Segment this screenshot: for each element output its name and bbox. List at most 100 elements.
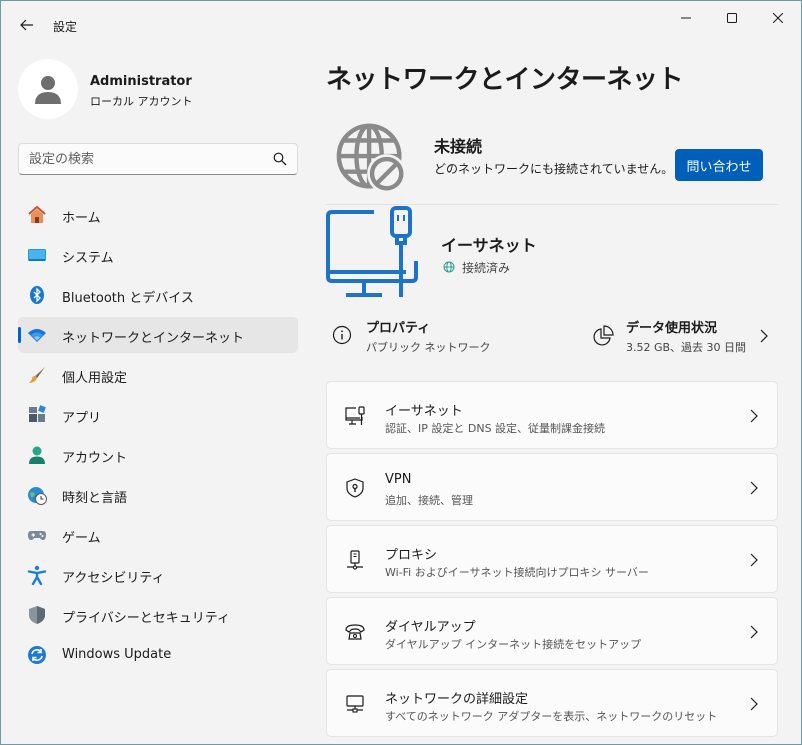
title-bar: 設定 (1, 1, 801, 47)
sidebar-item-bluetooth[interactable]: Bluetooth とデバイス (18, 277, 298, 313)
connection-status: 未接続 どのネットワークにも接続されていません。 問い合わせ (326, 119, 778, 205)
sidebar-item-network[interactable]: ネットワークとインターネット (18, 317, 298, 353)
search-box[interactable] (18, 143, 298, 175)
bluetooth-icon (27, 285, 47, 305)
globe-icon (443, 261, 455, 273)
troubleshoot-button[interactable]: 問い合わせ (675, 149, 763, 181)
chevron-right-icon (750, 697, 758, 711)
card-title: VPN (385, 472, 412, 487)
sidebar-item-label: 個人用設定 (62, 371, 128, 386)
sidebar-item-apps[interactable]: アプリ (18, 397, 298, 433)
settings-cards: イーサネット 認証、IP 設定と DNS 設定、従量制課金接続 VPN 追加、接… (326, 381, 778, 741)
card-proxy[interactable]: プロキシ Wi-Fi およびイーサネット接続向けプロキシ サーバー (326, 525, 778, 593)
card-subtitle: 追加、接続、管理 (385, 494, 473, 507)
card-title: ダイヤルアップ (385, 620, 476, 635)
sidebar-item-label: ネットワークとインターネット (62, 331, 245, 346)
close-button[interactable] (755, 1, 801, 35)
back-arrow-icon (20, 19, 33, 31)
profile-name: Administrator (90, 74, 192, 89)
card-ethernet[interactable]: イーサネット 認証、IP 設定と DNS 設定、従量制課金接続 (326, 381, 778, 449)
account-icon (27, 445, 47, 465)
ethernet-icon (344, 405, 366, 427)
chevron-right-icon (750, 481, 758, 495)
card-dialup[interactable]: ダイヤルアップ ダイヤルアップ インターネット接続をセットアップ (326, 597, 778, 665)
chevron-right-icon (750, 409, 758, 423)
sidebar-item-home[interactable]: ホーム (18, 197, 298, 233)
apps-icon (27, 405, 47, 425)
minimize-button[interactable] (663, 1, 709, 35)
sidebar-item-gaming[interactable]: ゲーム (18, 517, 298, 553)
home-icon (27, 205, 47, 225)
ethernet-title: イーサネット (441, 236, 537, 255)
minimize-icon (681, 17, 691, 19)
sidebar-item-accounts[interactable]: アカウント (18, 437, 298, 473)
search-input[interactable] (29, 149, 259, 169)
sidebar-item-label: プライバシーとセキュリティ (62, 611, 230, 626)
sidebar-item-system[interactable]: システム (18, 237, 298, 273)
user-avatar-icon (35, 76, 61, 104)
properties-link[interactable]: プロパティ パブリック ネットワーク (332, 315, 552, 357)
sidebar-item-label: ゲーム (62, 531, 101, 546)
sidebar-item-accessibility[interactable]: アクセシビリティ (18, 557, 298, 593)
system-icon (27, 245, 47, 265)
brush-icon (27, 365, 47, 385)
pie-chart-icon (593, 325, 614, 346)
page-title: ネットワークとインターネット (326, 65, 684, 95)
data-usage-subtitle: 3.52 GB、過去 30 日間 (626, 341, 747, 354)
ethernet-connection-status: 接続済み (462, 261, 511, 275)
shield-icon (27, 605, 47, 625)
sidebar-item-label: システム (62, 251, 114, 266)
sidebar-item-privacy[interactable]: プライバシーとセキュリティ (18, 597, 298, 633)
user-profile[interactable]: Administrator ローカル アカウント (18, 59, 298, 119)
update-icon (27, 645, 47, 665)
card-subtitle: ダイヤルアップ インターネット接続をセットアップ (385, 638, 642, 651)
accessibility-icon (27, 565, 47, 585)
network-summary: プロパティ パブリック ネットワーク データ使用状況 3.52 GB、過去 30… (326, 307, 778, 363)
settings-window: 設定 Administrator ローカル アカウント 設定の検索 ホーム シス… (0, 0, 802, 745)
sidebar-item-label: アクセシビリティ (62, 571, 165, 586)
card-title: ネットワークの詳細設定 (385, 692, 529, 707)
card-subtitle: 認証、IP 設定と DNS 設定、従量制課金接続 (385, 422, 606, 435)
status-title: 未接続 (434, 137, 483, 156)
sidebar-item-label: アカウント (62, 451, 128, 466)
status-description: どのネットワークにも接続されていません。 (434, 162, 674, 176)
sidebar-item-label: 時刻と言語 (62, 491, 128, 506)
close-icon (773, 13, 783, 23)
gamepad-icon (27, 525, 47, 545)
chevron-right-icon (750, 553, 758, 567)
sidebar-item-personalization[interactable]: 個人用設定 (18, 357, 298, 393)
advanced-network-icon (344, 693, 366, 715)
clock-globe-icon (27, 485, 47, 505)
search-icon[interactable] (273, 152, 287, 166)
back-button[interactable] (13, 11, 41, 39)
ethernet-monitor-icon (326, 206, 418, 297)
avatar (18, 59, 78, 119)
ethernet-status: イーサネット 接続済み (326, 205, 778, 299)
vpn-shield-icon (344, 477, 366, 499)
sidebar-item-label: Bluetooth とデバイス (62, 291, 194, 306)
card-title: イーサネット (385, 404, 463, 419)
card-advanced-network[interactable]: ネットワークの詳細設定 すべてのネットワーク アダプターを表示、ネットワークのリ… (326, 669, 778, 737)
sidebar-item-windows-update[interactable]: Windows Update (18, 637, 298, 673)
profile-account-type: ローカル アカウント (90, 95, 193, 108)
sidebar-nav: ホーム システム Bluetooth とデバイス ネットワークとインターネット … (18, 197, 298, 677)
card-subtitle: すべてのネットワーク アダプターを表示、ネットワークのリセット (385, 710, 718, 723)
card-title: プロキシ (385, 548, 438, 563)
window-title: 設定 (53, 20, 78, 34)
properties-subtitle: パブリック ネットワーク (366, 341, 491, 354)
chevron-right-icon (750, 625, 758, 639)
dialup-icon (344, 621, 366, 643)
maximize-button[interactable] (709, 1, 755, 35)
card-subtitle: Wi-Fi およびイーサネット接続向けプロキシ サーバー (385, 566, 649, 579)
data-usage-link[interactable]: データ使用状況 3.52 GB、過去 30 日間 (592, 315, 778, 357)
maximize-icon (727, 13, 737, 23)
wifi-icon (27, 325, 47, 345)
card-vpn[interactable]: VPN 追加、接続、管理 (326, 453, 778, 521)
properties-title: プロパティ (366, 321, 431, 336)
sidebar-item-label: アプリ (62, 411, 102, 426)
sidebar-item-time-language[interactable]: 時刻と言語 (18, 477, 298, 513)
chevron-right-icon (760, 329, 768, 343)
sidebar-item-label: Windows Update (62, 647, 172, 662)
globe-disconnected-icon (336, 123, 407, 194)
sidebar-item-label: ホーム (62, 211, 101, 226)
